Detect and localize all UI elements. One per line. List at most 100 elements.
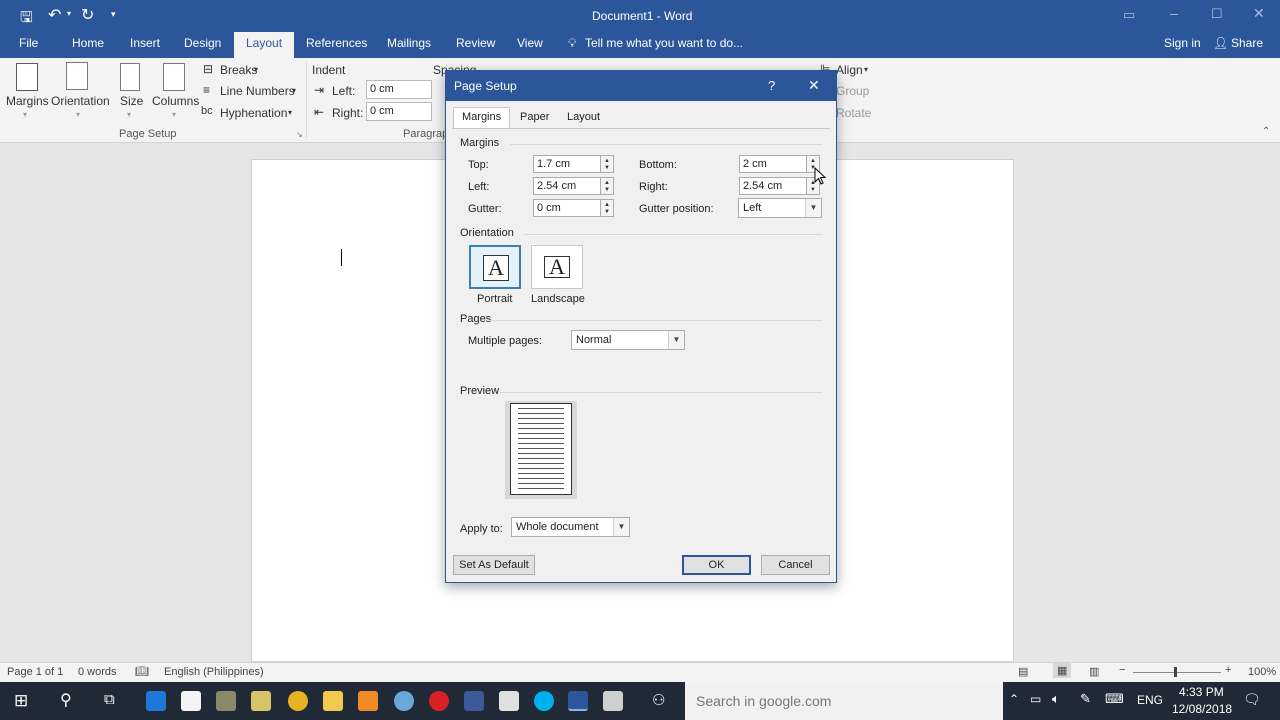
skype-icon[interactable]: [534, 691, 554, 711]
notifications-icon[interactable]: 🗨︎: [1243, 691, 1261, 708]
sign-in-link[interactable]: Sign in: [1164, 36, 1201, 50]
tab-paper[interactable]: Paper: [512, 108, 557, 128]
hyphenation-button[interactable]: Hyphenation: [220, 106, 287, 120]
task-view-icon[interactable]: ⧉: [104, 691, 115, 708]
undo-dropdown-icon[interactable]: ▾: [67, 9, 71, 18]
cancel-button[interactable]: Cancel: [761, 555, 830, 575]
language-indicator-taskbar[interactable]: ENG: [1137, 693, 1163, 707]
volume-icon[interactable]: 🔈︎: [1052, 691, 1060, 707]
tab-design[interactable]: Design: [184, 36, 221, 50]
gutter-position-select[interactable]: Left ▼: [738, 198, 822, 218]
language-indicator[interactable]: English (Philippines): [164, 666, 264, 678]
taskbar-search-box[interactable]: Search in google.com: [685, 682, 1003, 720]
right-margin-input[interactable]: 2.54 cm: [739, 177, 807, 195]
margins-dropdown-icon[interactable]: ▾: [23, 110, 27, 119]
customize-qat-icon[interactable]: ▾: [111, 9, 116, 20]
tab-layout[interactable]: Layout: [234, 32, 295, 58]
bottom-margin-input[interactable]: 2 cm: [739, 155, 807, 173]
multiple-pages-select[interactable]: Normal ▼: [571, 330, 685, 350]
tell-me-box[interactable]: Tell me what you want to do...: [585, 36, 743, 50]
minimize-icon[interactable]: –: [1170, 5, 1178, 21]
portrait-option[interactable]: A: [469, 245, 521, 289]
maximize-icon[interactable]: ☐: [1211, 6, 1223, 22]
zoom-slider-thumb[interactable]: [1174, 667, 1177, 677]
mail-icon[interactable]: [499, 691, 519, 711]
indent-right-input[interactable]: 0 cm: [366, 102, 432, 121]
tab-view[interactable]: View: [517, 36, 543, 50]
group-button[interactable]: Group: [836, 84, 869, 98]
rotate-button[interactable]: Rotate: [836, 106, 871, 120]
left-margin-spinner[interactable]: ▲ ▼: [600, 177, 614, 195]
search-icon[interactable]: ⚲: [60, 690, 72, 710]
collapse-ribbon-icon[interactable]: ⌃: [1262, 126, 1270, 137]
app-icon[interactable]: [251, 691, 271, 711]
vlc-icon[interactable]: [358, 691, 378, 711]
breaks-button[interactable]: Breaks: [220, 63, 257, 77]
zoom-in-icon[interactable]: +: [1225, 664, 1231, 676]
line-numbers-button[interactable]: Line Numbers: [220, 84, 295, 98]
size-button[interactable]: Size: [120, 94, 143, 108]
tab-file[interactable]: File: [19, 36, 38, 50]
read-mode-icon[interactable]: ▤: [1018, 665, 1028, 678]
help-icon[interactable]: ?: [768, 78, 775, 93]
hyphenation-dropdown-icon[interactable]: ▾: [288, 108, 292, 117]
left-margin-input[interactable]: 2.54 cm: [533, 177, 601, 195]
clock-time[interactable]: 4:33 PM: [1179, 685, 1224, 699]
print-layout-icon[interactable]: ▦: [1053, 663, 1072, 678]
landscape-option[interactable]: A: [531, 245, 583, 289]
set-as-default-button[interactable]: Set As Default: [453, 555, 535, 575]
proofing-icon[interactable]: 📖︎: [135, 665, 149, 678]
align-button[interactable]: Align: [836, 63, 863, 77]
opera-icon[interactable]: [429, 691, 449, 711]
line-numbers-dropdown-icon[interactable]: ▾: [292, 86, 296, 95]
page-setup-launcher-icon[interactable]: ↘: [296, 130, 303, 139]
indent-left-input[interactable]: 0 cm: [366, 80, 432, 99]
orientation-button[interactable]: Orientation: [51, 94, 110, 108]
orientation-dropdown-icon[interactable]: ▾: [76, 110, 80, 119]
chrome-icon[interactable]: [288, 691, 308, 711]
size-dropdown-icon[interactable]: ▾: [127, 110, 131, 119]
tab-layout-dialog[interactable]: Layout: [559, 108, 608, 128]
ribbon-display-icon[interactable]: ▭: [1123, 7, 1135, 23]
columns-button[interactable]: Columns: [152, 94, 199, 108]
top-margin-input[interactable]: 1.7 cm: [533, 155, 601, 173]
zoom-out-icon[interactable]: −: [1119, 664, 1125, 676]
columns-dropdown-icon[interactable]: ▾: [172, 110, 176, 119]
save-icon[interactable]: 🖫: [20, 7, 33, 32]
file-explorer-icon[interactable]: [323, 691, 343, 711]
tab-references[interactable]: References: [306, 36, 367, 50]
zoom-slider[interactable]: [1133, 672, 1221, 673]
keyboard-icon[interactable]: ⌨: [1105, 691, 1124, 707]
word-icon[interactable]: [568, 691, 588, 711]
close-window-icon[interactable]: ✕: [1253, 5, 1265, 22]
tab-mailings[interactable]: Mailings: [387, 36, 431, 50]
app-icon[interactable]: [216, 691, 236, 711]
app-icon[interactable]: [603, 691, 623, 711]
clock-date[interactable]: 12/08/2018: [1172, 702, 1232, 716]
people-icon[interactable]: ⚇: [652, 691, 665, 709]
tab-review[interactable]: Review: [456, 36, 495, 50]
battery-icon[interactable]: ▭: [1030, 692, 1041, 706]
zoom-level[interactable]: 100%: [1248, 666, 1276, 678]
app-icon[interactable]: [394, 691, 414, 711]
facebook-icon[interactable]: [464, 691, 484, 711]
store-icon[interactable]: [181, 691, 201, 711]
breaks-dropdown-icon[interactable]: ▾: [254, 65, 258, 74]
undo-icon[interactable]: ↶: [48, 5, 61, 25]
align-dropdown-icon[interactable]: ▾: [864, 65, 868, 74]
close-dialog-icon[interactable]: ✕: [808, 77, 820, 94]
gutter-input[interactable]: 0 cm: [533, 199, 601, 217]
tab-home[interactable]: Home: [72, 36, 104, 50]
redo-icon[interactable]: ↻: [81, 5, 94, 25]
ok-button[interactable]: OK: [682, 555, 751, 575]
web-layout-icon[interactable]: ▥: [1089, 665, 1099, 678]
word-count[interactable]: 0 words: [78, 666, 117, 678]
page-count[interactable]: Page 1 of 1: [7, 666, 63, 678]
apply-to-select[interactable]: Whole document ▼: [511, 517, 630, 537]
top-margin-spinner[interactable]: ▲ ▼: [600, 155, 614, 173]
dialog-title-bar[interactable]: Page Setup ? ✕: [446, 71, 836, 101]
share-button[interactable]: Share: [1231, 36, 1263, 50]
edge-icon[interactable]: [146, 691, 166, 711]
margins-button[interactable]: Margins: [6, 94, 49, 108]
windows-start-icon[interactable]: ⊞: [14, 691, 28, 711]
